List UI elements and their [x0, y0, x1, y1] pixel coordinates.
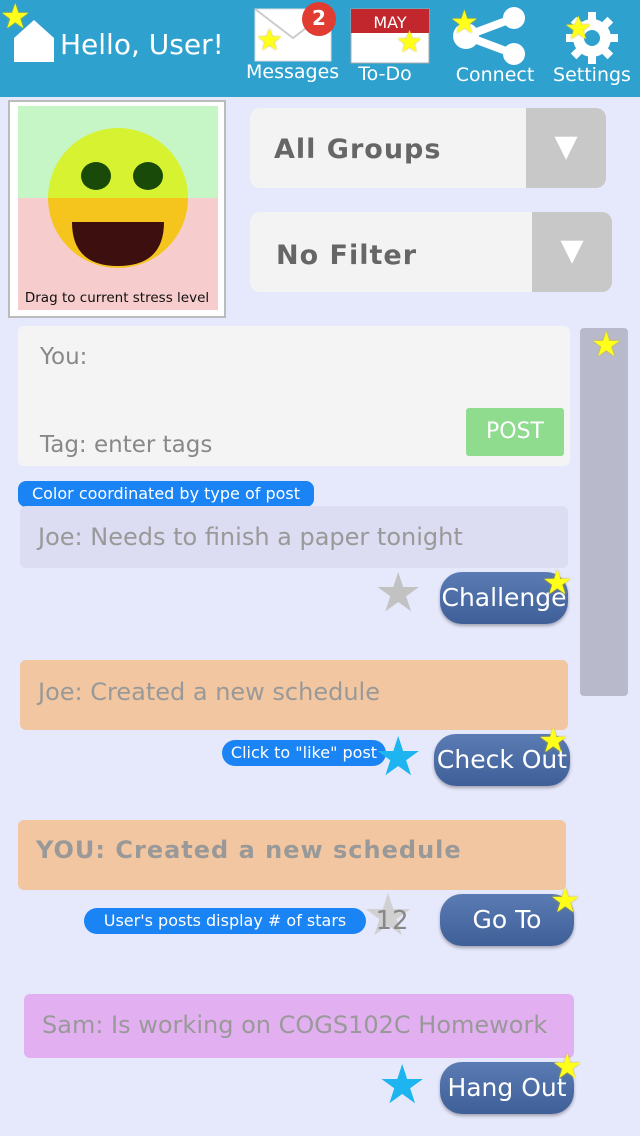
scrollbar[interactable] [580, 328, 628, 696]
feed-post[interactable]: YOU: Created a new schedule [18, 820, 566, 890]
connect-label: Connect [455, 64, 535, 86]
tooltip-like: Click to "like" post [222, 740, 386, 766]
tag-input[interactable]: Tag: enter tags [40, 432, 212, 458]
composer-you-label: You: [40, 344, 88, 370]
todo-button[interactable]: MAY ★ To-Do [348, 6, 432, 92]
post-text-input[interactable] [40, 388, 460, 418]
messages-button[interactable]: ★ 2 Messages [246, 2, 339, 92]
star-icon: ★ [396, 25, 423, 60]
messages-badge: 2 [302, 2, 336, 36]
star-icon: ★ [256, 23, 283, 58]
home-icon[interactable] [12, 18, 56, 64]
feed-post[interactable]: Sam: Is working on COGS102C Homework [24, 994, 574, 1058]
star-icon: ★ [564, 9, 593, 47]
star-icon: ★ [542, 563, 573, 603]
star-icon: ★ [450, 3, 479, 41]
stress-level-widget[interactable]: Drag to current stress level [8, 100, 226, 318]
filter-dropdown-value: No Filter [276, 240, 418, 271]
chevron-down-icon[interactable]: ▼ [526, 108, 606, 188]
star-icon: ★ [550, 881, 581, 921]
feed-post[interactable]: Joe: Created a new schedule [20, 660, 568, 730]
post-button[interactable]: POST [466, 408, 564, 456]
post-text: Joe: Created a new schedule [38, 678, 380, 706]
star-icon: ★ [591, 325, 622, 365]
star-icon: ★ [552, 1047, 583, 1087]
groups-dropdown-value: All Groups [274, 134, 442, 165]
post-star-count: ★ 12 [362, 886, 422, 946]
settings-button[interactable]: ★ Settings [552, 6, 636, 92]
filter-dropdown[interactable]: No Filter ▼ [250, 212, 612, 292]
messages-label: Messages [246, 61, 340, 83]
connect-button[interactable]: ★ Connect [448, 6, 540, 92]
star-count-value: 12 [375, 906, 409, 936]
tooltip-color-coded: Color coordinated by type of post [18, 481, 314, 507]
todo-label: To-Do [358, 63, 412, 85]
post-composer: You: Tag: enter tags POST [18, 326, 570, 466]
like-star-icon[interactable]: ★ [374, 730, 422, 784]
post-text: YOU: Created a new schedule [36, 836, 462, 864]
stress-caption: Drag to current stress level [24, 290, 210, 306]
groups-dropdown[interactable]: All Groups ▼ [250, 108, 606, 188]
like-star-icon[interactable]: ★ [378, 1058, 426, 1112]
settings-label: Settings [553, 64, 631, 86]
chevron-down-icon[interactable]: ▼ [532, 212, 612, 292]
star-icon: ★ [538, 721, 569, 761]
post-text: Sam: Is working on COGS102C Homework [42, 1011, 548, 1039]
tooltip-star-count: User's posts display # of stars [84, 908, 366, 934]
post-text: Joe: Needs to finish a paper tonight [38, 523, 463, 551]
feed-post[interactable]: Joe: Needs to finish a paper tonight [20, 506, 568, 568]
greeting-text: Hello, User! [60, 28, 224, 61]
smiley-face-icon[interactable] [30, 106, 206, 290]
like-star-icon[interactable]: ★ [374, 566, 422, 620]
